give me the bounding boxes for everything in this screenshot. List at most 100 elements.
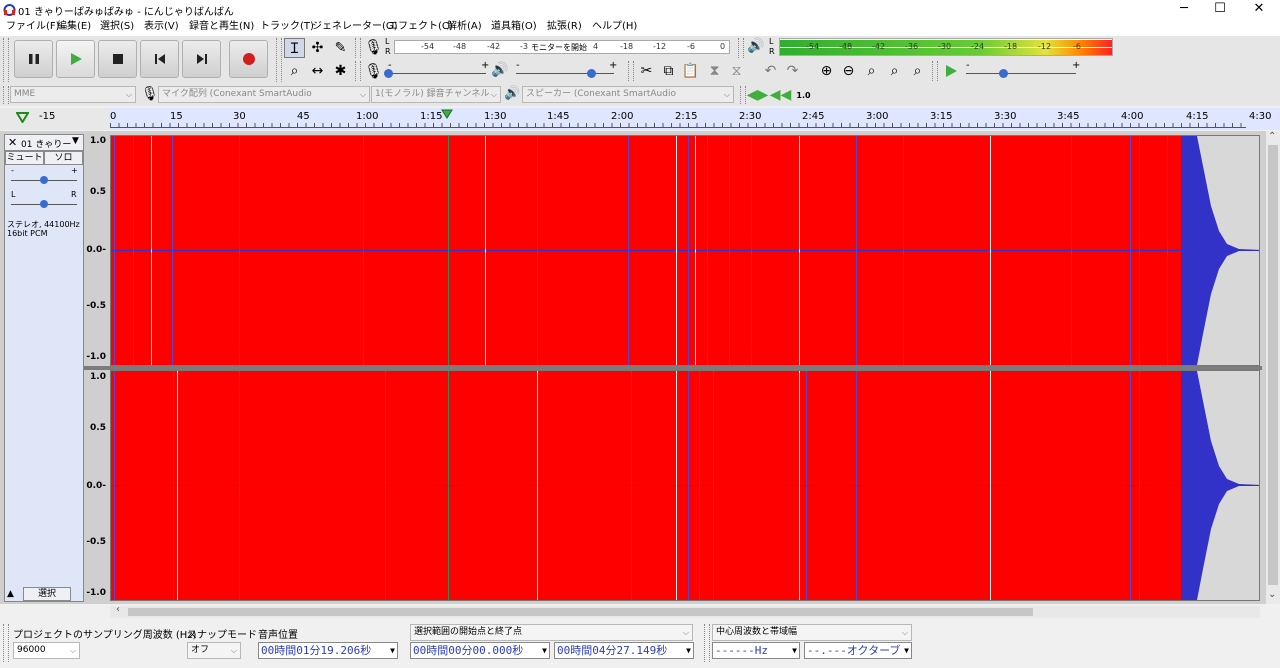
cut-button[interactable]: ✂ (636, 61, 657, 81)
bandwidth-field[interactable]: --.---オクターブ ▼ (804, 642, 912, 659)
menu-generate[interactable]: ジェネレーター(G) (312, 20, 398, 34)
chevron-down-icon[interactable]: ▼ (542, 643, 547, 658)
zoom-out-button[interactable]: ⊖ (838, 61, 859, 81)
fit-project-button[interactable]: ⌕ (884, 61, 905, 81)
record-meter[interactable]: -54 -48 -42 -3 モニターを開始 4 -18 -12 -6 0 (394, 40, 730, 54)
spectral-selection-select[interactable]: 中心周波数と帯域幅 ⌵ (712, 624, 912, 641)
timeline-ruler[interactable]: -15 0 15 30 45 1:00 1:15 1:30 1:45 2:00 … (0, 108, 1280, 130)
toolbar-grip[interactable] (355, 38, 361, 58)
toolbar-grip[interactable] (3, 86, 9, 104)
collapse-track-icon[interactable]: ▲ (7, 589, 14, 599)
playback-speed-slider[interactable]: - + (966, 60, 1080, 80)
microphone-icon[interactable]: 🎙 (364, 38, 383, 56)
menu-edit[interactable]: 編集(E) (57, 20, 91, 34)
pause-button[interactable] (14, 40, 53, 78)
recording-channels-select[interactable]: 1(モノラル) 録音チャンネル ⌵ (371, 86, 501, 103)
slider-thumb[interactable] (587, 69, 596, 78)
menu-extra[interactable]: 拡張(R) (547, 20, 582, 34)
horizontal-scroll-thumb[interactable] (128, 608, 1033, 616)
skip-to-end-button[interactable] (182, 40, 221, 78)
slider-thumb[interactable] (40, 200, 48, 208)
draw-tool-button[interactable]: ✎ (330, 38, 351, 58)
speaker-icon[interactable]: 🔊 (747, 38, 764, 54)
menu-select[interactable]: 選択(S) (100, 20, 134, 34)
select-track-button[interactable]: 選択 (23, 587, 71, 601)
play-button[interactable] (56, 40, 95, 78)
sync-button[interactable]: ◀◀ (770, 85, 792, 105)
playback-meter[interactable]: -54 -48 -42 -36 -30 -24 -18 -12 -6 (779, 38, 1113, 56)
start-monitoring-label[interactable]: モニターを開始 (531, 42, 587, 53)
selection-end-field[interactable]: 00時間04分27.149秒 ▼ (554, 642, 694, 659)
trim-button[interactable]: ⧗ (704, 61, 725, 81)
slider-thumb[interactable] (999, 69, 1008, 78)
copy-button[interactable]: ⧉ (658, 61, 679, 81)
toolbar-grip[interactable] (3, 38, 9, 82)
solo-button[interactable]: ソロ (44, 151, 83, 165)
close-button[interactable]: ✕ (1240, 0, 1278, 19)
track-control-panel[interactable]: ✕ 01 きゃりーぱ ▼ ミュート ソロ - + L R ステレオ, 44100… (4, 134, 84, 602)
snap-mode-select[interactable]: オフ ⌵ (187, 642, 241, 659)
minimize-button[interactable]: ─ (1165, 0, 1203, 19)
vertical-scrollbar[interactable]: ⌃ ⌄ (1266, 131, 1280, 604)
play-at-speed-button[interactable] (940, 61, 961, 81)
scroll-up-arrow-icon[interactable]: ⌃ (1268, 131, 1276, 142)
toolbar-grip[interactable] (355, 61, 361, 81)
toolbar-grip[interactable] (3, 624, 9, 662)
maximize-button[interactable]: ☐ (1201, 0, 1239, 19)
recording-volume-slider[interactable]: - + (384, 60, 489, 80)
menu-effect[interactable]: エフェクト(C) (388, 20, 453, 34)
chevron-down-icon[interactable]: ▼ (686, 643, 691, 658)
pan-slider[interactable]: L R (11, 190, 77, 210)
sync-lock-button[interactable]: 1.0 (793, 85, 814, 105)
envelope-tool-button[interactable]: ✣ (307, 38, 328, 58)
recording-device-select[interactable]: マイク配列 (Conexant SmartAudio ⌵ (158, 86, 370, 103)
toolbar-grip[interactable] (932, 61, 938, 81)
selection-mode-select[interactable]: 選択範囲の開始点と終了点 ⌵ (410, 624, 693, 641)
stop-button[interactable] (98, 40, 137, 78)
slider-thumb[interactable] (40, 176, 48, 184)
zoom-in-button[interactable]: ⊕ (816, 61, 837, 81)
paste-button[interactable]: 📋 (680, 61, 701, 81)
toolbar-grip[interactable] (738, 38, 744, 58)
mute-button[interactable]: ミュート (5, 151, 44, 165)
selection-start-field[interactable]: 00時間00分00.000秒 ▼ (410, 642, 550, 659)
fit-to-width-button[interactable]: ◀▶ (747, 85, 769, 105)
pin-head-icon[interactable] (16, 112, 29, 123)
horizontal-scrollbar[interactable]: ‹ (110, 604, 1260, 618)
silence-button[interactable]: ⧖ (726, 61, 747, 81)
center-frequency-field[interactable]: ------Hz ▼ (712, 642, 800, 659)
skip-to-start-button[interactable] (140, 40, 179, 78)
zoom-tool-button[interactable]: ⌕ (284, 61, 305, 81)
track-name-button[interactable]: 01 きゃりーぱ (21, 137, 71, 150)
waveform-left-channel[interactable] (110, 135, 1260, 366)
slider-thumb[interactable] (384, 69, 393, 78)
menu-help[interactable]: ヘルプ(H) (592, 20, 637, 34)
vertical-scroll-thumb[interactable] (1268, 145, 1278, 585)
menu-transport[interactable]: 録音と再生(N) (189, 20, 254, 34)
track-menu-dropdown-icon[interactable]: ▼ (72, 136, 79, 146)
time-shift-tool-button[interactable]: ↔ (307, 61, 328, 81)
audio-host-select[interactable]: MME ⌵ (10, 86, 136, 103)
chevron-down-icon[interactable]: ▼ (792, 643, 797, 658)
undo-button[interactable]: ↶ (760, 61, 781, 81)
toolbar-grip[interactable] (740, 86, 746, 104)
playhead-marker-icon[interactable] (441, 109, 453, 119)
menu-analyze[interactable]: 解析(A) (447, 20, 482, 34)
audio-position-field[interactable]: 00時間01分19.206秒 ▼ (258, 642, 398, 659)
fit-selection-button[interactable]: ⌕ (861, 61, 882, 81)
multi-tool-button[interactable]: ✱ (330, 61, 351, 81)
toolbar-grip[interactable] (276, 38, 282, 82)
menu-tracks[interactable]: トラック(T) (260, 20, 314, 34)
scroll-left-arrow-icon[interactable]: ‹ (116, 604, 120, 615)
project-rate-select[interactable]: 96000 ⌵ (13, 642, 80, 659)
playback-volume-slider[interactable]: - + (516, 60, 617, 80)
menu-file[interactable]: ファイル(F) (6, 20, 60, 34)
chevron-down-icon[interactable]: ▼ (904, 643, 909, 658)
toolbar-grip[interactable] (628, 61, 634, 81)
chevron-down-icon[interactable]: ▼ (390, 643, 395, 658)
close-track-icon[interactable]: ✕ (8, 136, 17, 149)
scroll-down-arrow-icon[interactable]: ⌄ (1268, 589, 1276, 600)
zoom-toggle-button[interactable]: ⌕ (907, 61, 928, 81)
record-button[interactable] (229, 40, 268, 78)
selection-tool-button[interactable]: Ｉ (284, 38, 305, 58)
